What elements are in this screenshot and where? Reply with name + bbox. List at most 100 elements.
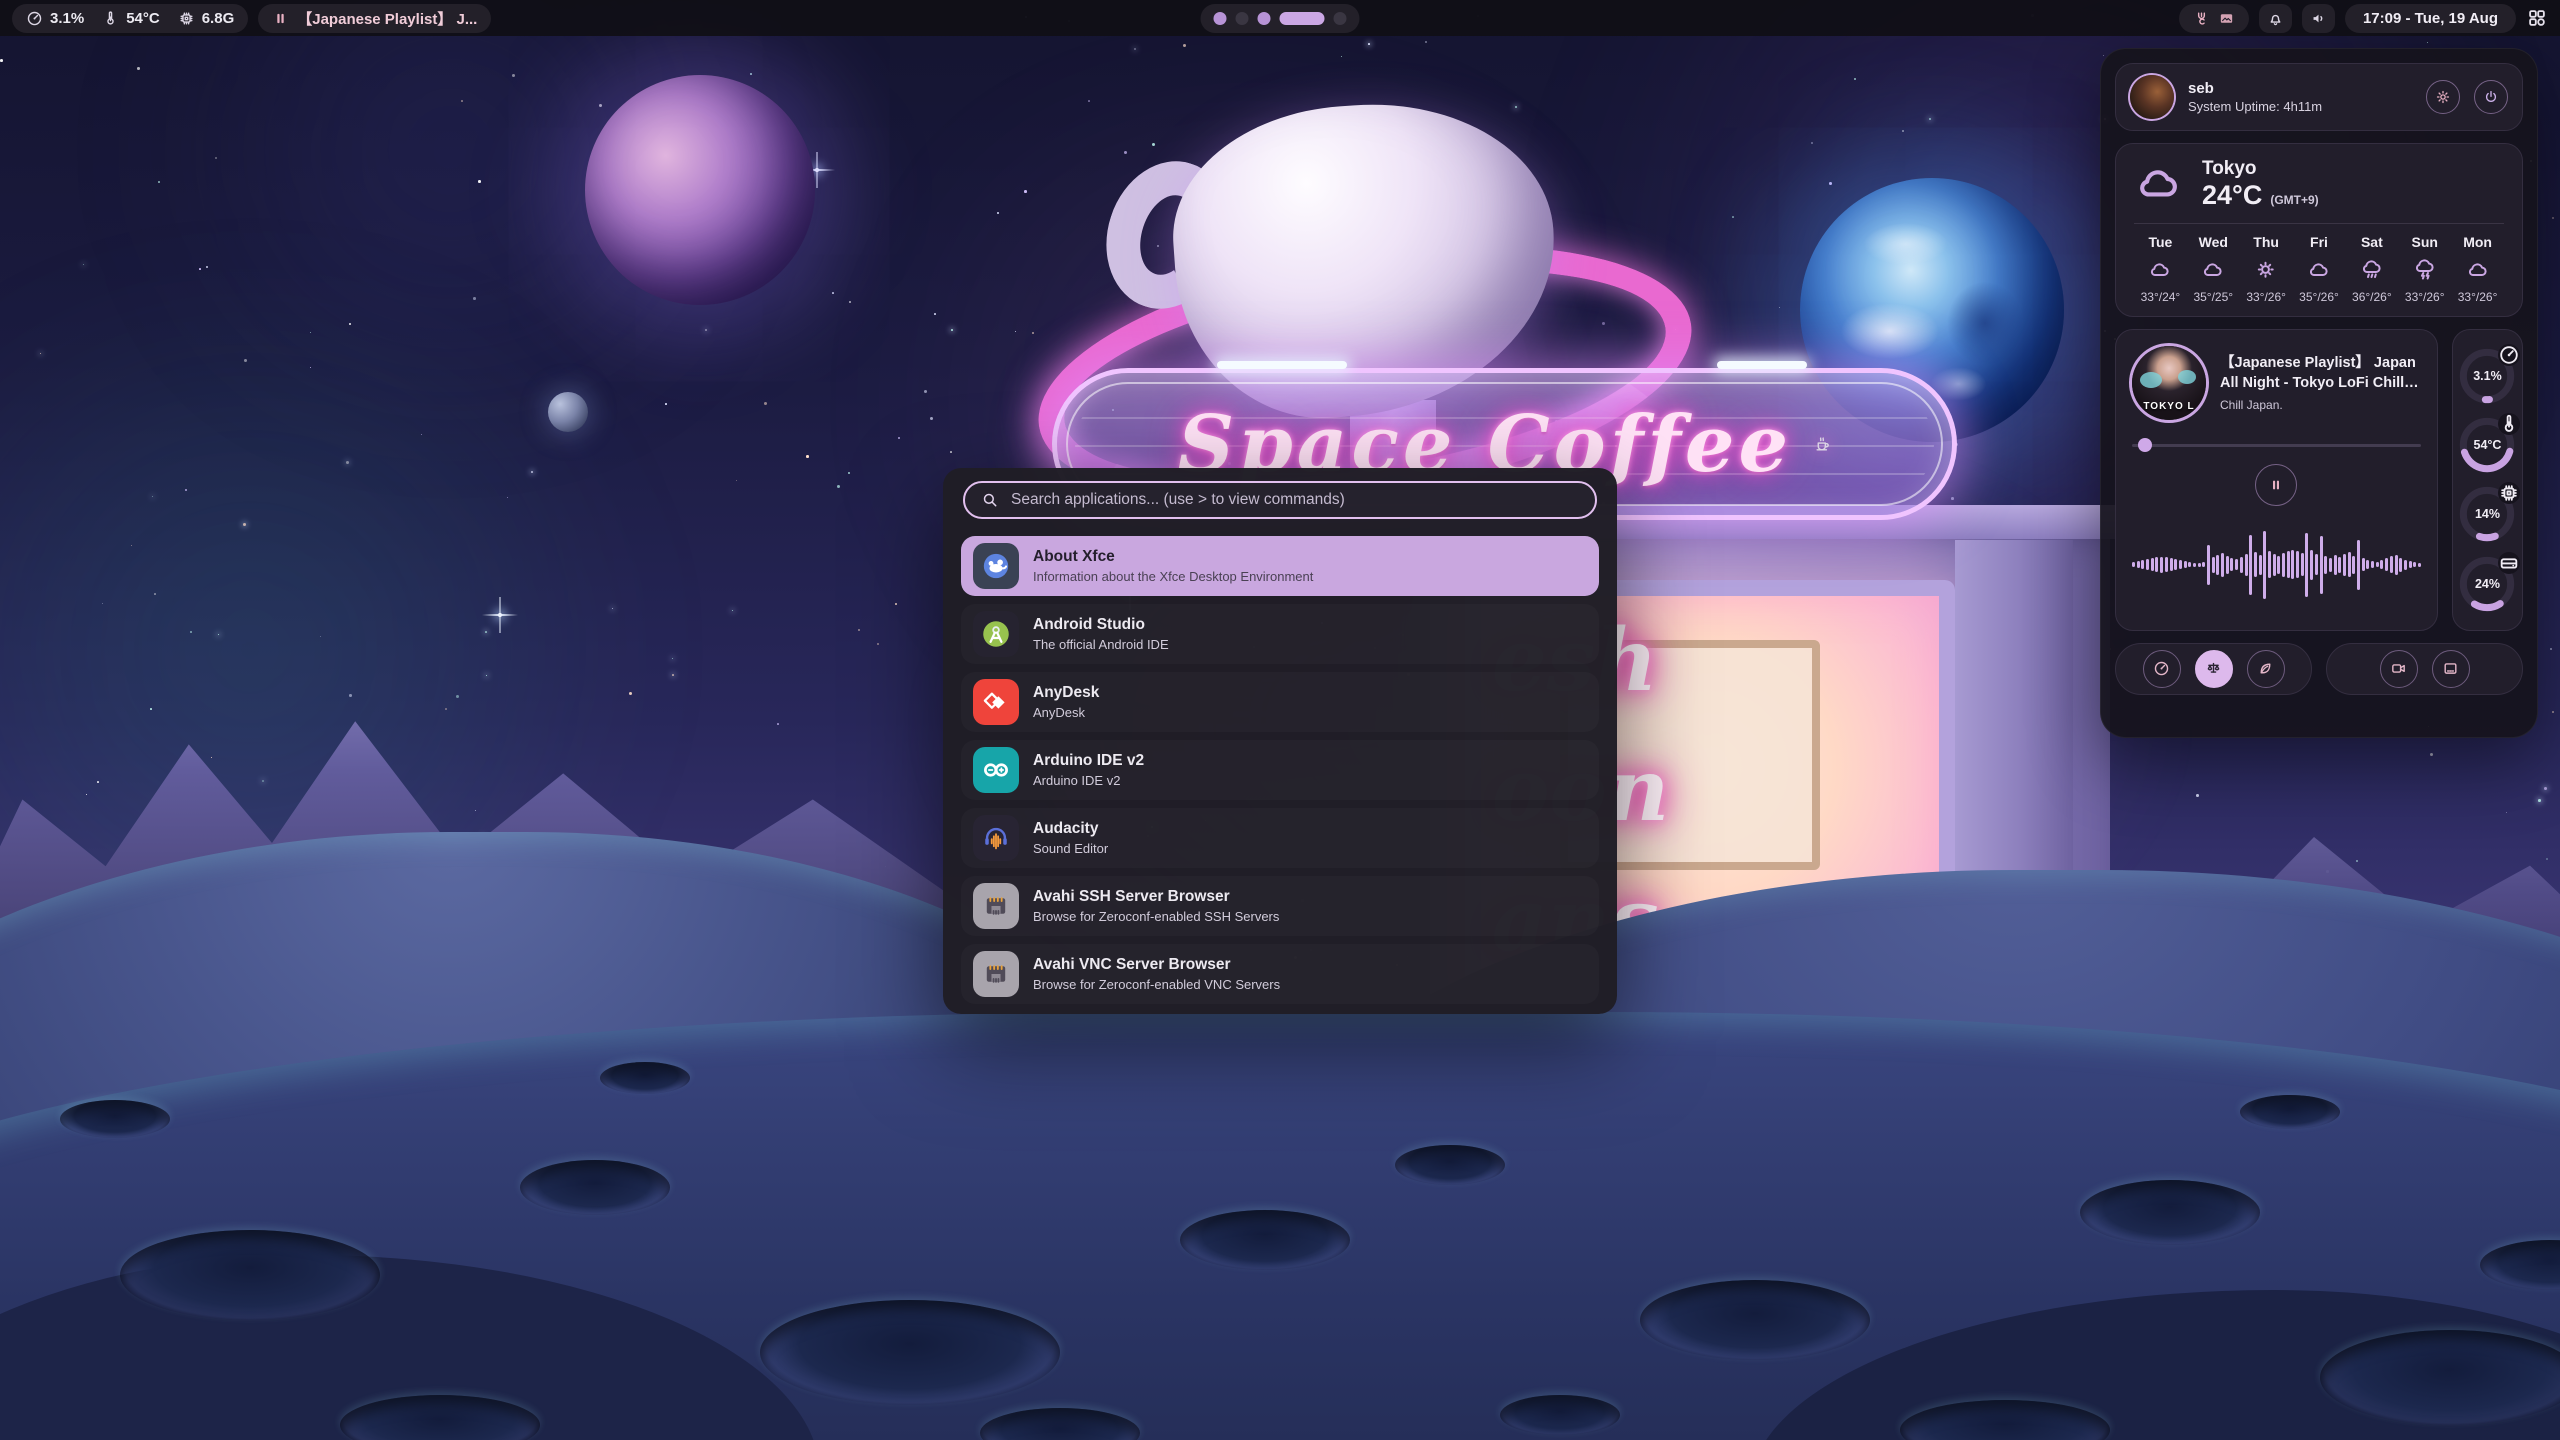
star — [445, 708, 447, 710]
overview-grid-icon[interactable] — [2526, 7, 2548, 29]
user-name: seb — [2188, 80, 2412, 97]
power-profile-button[interactable] — [2143, 650, 2181, 688]
workspace-dot[interactable] — [1236, 12, 1249, 25]
search-input[interactable] — [1009, 490, 1579, 510]
crater — [120, 1230, 380, 1320]
desktop: eshoonans Space Coffee — [0, 0, 2560, 1440]
star — [1183, 44, 1186, 47]
launcher-item[interactable]: AnyDesk AnyDesk — [961, 672, 1599, 732]
power-profile-button[interactable] — [2247, 650, 2285, 688]
tray-icon[interactable] — [2193, 10, 2210, 27]
now-playing-pill[interactable]: 【Japanese Playlist】 J... — [258, 4, 491, 33]
notifications-button[interactable] — [2259, 4, 2292, 33]
launcher-item[interactable]: Avahi SSH Server Browser Browse for Zero… — [961, 876, 1599, 936]
workspace-dot[interactable] — [1334, 12, 1347, 25]
search-bar[interactable] — [963, 481, 1597, 519]
play-pause-button[interactable] — [2255, 464, 2297, 506]
forecast-weather-icon — [2360, 258, 2384, 282]
visualizer-bar — [2226, 556, 2229, 574]
power-profile-button[interactable] — [2195, 650, 2233, 688]
workspace-dot[interactable] — [1258, 12, 1271, 25]
track-artist: Chill Japan. — [2220, 398, 2419, 412]
seek-knob[interactable] — [2138, 438, 2152, 452]
visualizer-bar — [2315, 554, 2318, 575]
star — [158, 181, 160, 183]
volume-button[interactable] — [2302, 4, 2335, 33]
star — [629, 692, 632, 695]
star — [599, 104, 602, 107]
app-icon — [973, 543, 1019, 589]
forecast-temps: 35°/26° — [2293, 290, 2346, 304]
star — [40, 353, 41, 354]
star — [97, 781, 99, 783]
bell-icon — [2267, 10, 2284, 27]
app-launcher: About Xfce Information about the Xfce De… — [943, 468, 1617, 1014]
visualizer-bar — [2202, 562, 2205, 567]
visualizer-bar — [2362, 558, 2365, 571]
star — [461, 100, 463, 102]
forecast-weather-icon — [2254, 258, 2278, 282]
launcher-item[interactable]: About Xfce Information about the Xfce De… — [961, 536, 1599, 596]
screen-tool-button[interactable] — [2380, 650, 2418, 688]
speaker-icon — [2310, 10, 2327, 27]
tray-icon[interactable] — [2218, 10, 2235, 27]
power-profile-icon — [2205, 660, 2222, 677]
album-art[interactable]: TOKYO L — [2132, 346, 2206, 420]
star — [421, 434, 422, 435]
forecast-temps: 33°/26° — [2398, 290, 2451, 304]
visualizer-bar — [2165, 557, 2168, 572]
app-icon — [973, 747, 1019, 793]
seek-bar[interactable] — [2132, 438, 2421, 452]
launcher-item[interactable]: Arduino IDE v2 Arduino IDE v2 — [961, 740, 1599, 800]
workspace-dot[interactable] — [1214, 12, 1227, 25]
star — [512, 74, 515, 77]
search-icon — [981, 491, 999, 509]
top-panel-left: 3.1% 54°C 6.8G 【Japanese Playlist】 J... — [12, 4, 491, 33]
forecast-day: Tue 33°/24° — [2134, 234, 2187, 304]
app-text: Arduino IDE v2 Arduino IDE v2 — [1033, 752, 1144, 788]
app-icon — [973, 679, 1019, 725]
forecast-day: Mon 33°/26° — [2451, 234, 2504, 304]
stat-item: 54°C — [102, 10, 160, 27]
workspace-switcher[interactable] — [1201, 4, 1360, 33]
power-button[interactable] — [2474, 80, 2508, 114]
avatar[interactable] — [2130, 75, 2174, 119]
star — [2538, 799, 2541, 802]
system-stats-pill[interactable]: 3.1% 54°C 6.8G — [12, 4, 248, 33]
visualizer-bar — [2404, 560, 2407, 570]
screen-tool-button[interactable] — [2432, 650, 2470, 688]
gauge-icon — [2503, 418, 2515, 430]
cloud-icon — [2134, 159, 2184, 209]
star — [1032, 332, 1034, 334]
launcher-item[interactable]: Avahi VNC Server Browser Browse for Zero… — [961, 944, 1599, 1004]
star — [473, 297, 476, 300]
visualizer-bar — [2254, 552, 2257, 577]
star — [1368, 43, 1370, 45]
app-icon — [973, 951, 1019, 997]
star — [1811, 142, 1813, 144]
star — [832, 292, 834, 294]
launcher-item[interactable]: Audacity Sound Editor — [961, 808, 1599, 868]
star — [777, 723, 779, 725]
clock[interactable]: 17:09 - Tue, 19 Aug — [2345, 4, 2516, 33]
star — [215, 157, 217, 159]
visualizer-bar — [2305, 533, 2308, 597]
visualizer-bar — [2193, 563, 2196, 567]
launcher-item[interactable]: Android Studio The official Android IDE — [961, 604, 1599, 664]
star — [244, 359, 247, 362]
forecast-day-label: Thu — [2240, 234, 2293, 250]
settings-button[interactable] — [2426, 80, 2460, 114]
star — [137, 67, 140, 70]
workspace-dot[interactable] — [1280, 12, 1325, 25]
app-description: Browse for Zeroconf-enabled SSH Servers — [1033, 909, 1279, 924]
star — [665, 403, 667, 405]
visualizer-bar — [2380, 560, 2383, 569]
forecast-weather-icon — [2148, 258, 2172, 282]
visualizer-bar — [2216, 555, 2219, 575]
visualizer-bar — [2268, 551, 2271, 578]
visualizer-bar — [2137, 561, 2140, 568]
visualizer-bar — [2357, 540, 2360, 590]
pause-icon — [2268, 477, 2284, 493]
system-tray[interactable] — [2179, 4, 2249, 33]
visualizer-bar — [2141, 560, 2144, 569]
